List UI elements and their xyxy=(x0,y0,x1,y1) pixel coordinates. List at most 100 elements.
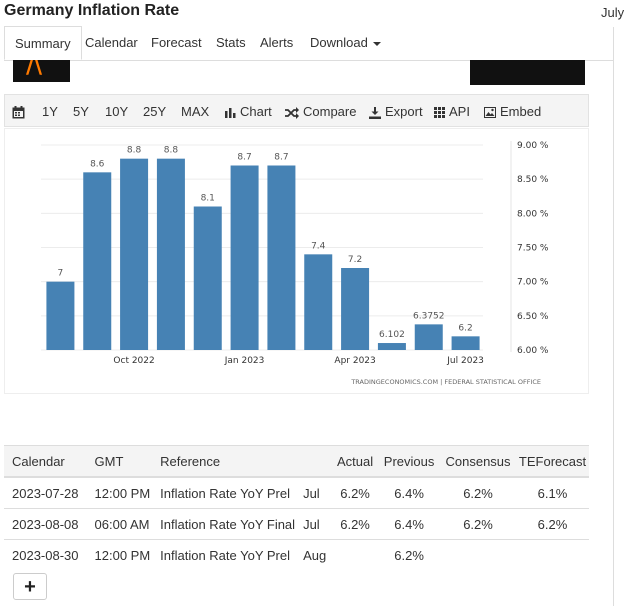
cell-consensus xyxy=(440,539,516,570)
header-date: July xyxy=(601,5,624,20)
chevron-down-icon xyxy=(372,41,381,46)
tab-summary[interactable]: Summary xyxy=(4,26,82,60)
right-divider xyxy=(613,27,614,606)
cell-reference[interactable]: Inflation Rate YoY Prel xyxy=(152,476,296,509)
cell-previous: 6.2% xyxy=(378,539,441,570)
cell-teforecast xyxy=(516,539,589,570)
ad-banner-right[interactable] xyxy=(470,60,585,85)
calendar-icon[interactable] xyxy=(12,95,29,128)
data-label: 7.4 xyxy=(311,241,326,251)
cell-period: Jul xyxy=(295,476,332,509)
data-label: 8.7 xyxy=(274,153,288,163)
col-calendar: Calendar xyxy=(4,445,87,478)
y-tick-label: 8.00 % xyxy=(517,209,549,219)
compare-button[interactable]: Compare xyxy=(285,95,356,128)
bar-chart-icon xyxy=(225,108,236,119)
range-1y-button[interactable]: 1Y xyxy=(42,95,58,128)
cell-date: 2023-07-28 xyxy=(4,476,87,509)
cell-time: 12:00 PM xyxy=(86,539,153,570)
table-header-row: Calendar GMT Reference Actual Previous C… xyxy=(4,445,589,478)
chart-toolbar: 1Y 5Y 10Y 25Y MAX Chart Compare Export A… xyxy=(4,94,589,127)
table-row: 2023-07-28 12:00 PM Inflation Rate YoY P… xyxy=(4,476,589,509)
bar xyxy=(46,281,75,350)
calendar-table: Calendar GMT Reference Actual Previous C… xyxy=(4,445,589,570)
cell-actual: 6.2% xyxy=(331,476,379,509)
range-max-button[interactable]: MAX xyxy=(181,95,209,128)
data-label: 8.6 xyxy=(90,159,105,169)
export-button[interactable]: Export xyxy=(369,95,423,128)
col-gmt: GMT xyxy=(86,445,153,478)
y-tick-label: 7.00 % xyxy=(517,278,549,288)
x-tick-label: Apr 2023 xyxy=(334,356,375,366)
data-label: 8.8 xyxy=(127,146,142,156)
ad-banner-left[interactable]: /\ xyxy=(13,60,70,82)
y-tick-label: 7.50 % xyxy=(517,244,549,254)
bar xyxy=(120,158,149,350)
col-previous: Previous xyxy=(378,445,441,478)
x-tick-label: Jul 2023 xyxy=(446,356,484,366)
col-teforecast: TEForecast xyxy=(516,445,589,478)
tab-forecast[interactable]: Forecast xyxy=(151,26,202,59)
page-title: Germany Inflation Rate xyxy=(4,2,180,19)
y-tick-label: 6.00 % xyxy=(517,346,549,356)
tab-bar: Summary Calendar Forecast Stats Alerts D… xyxy=(4,26,613,61)
bar xyxy=(414,324,443,350)
cell-date: 2023-08-08 xyxy=(4,508,87,540)
col-period xyxy=(295,445,332,478)
bar xyxy=(304,254,333,350)
source-note: TRADINGECONOMICS.COM | FEDERAL STATISTIC… xyxy=(350,378,541,386)
cell-previous: 6.4% xyxy=(378,476,441,509)
cell-date: 2023-08-30 xyxy=(4,539,87,570)
tab-download[interactable]: Download xyxy=(310,26,381,59)
data-label: 6.3752 xyxy=(413,311,445,321)
grid-icon xyxy=(434,107,445,119)
y-tick-label: 6.50 % xyxy=(517,312,549,322)
cell-period: Aug xyxy=(295,539,332,570)
bar xyxy=(377,343,406,350)
col-actual: Actual xyxy=(331,445,379,478)
bar xyxy=(83,172,112,350)
api-button[interactable]: API xyxy=(434,95,470,128)
range-5y-button[interactable]: 5Y xyxy=(73,95,89,128)
chart-type-button[interactable]: Chart xyxy=(225,95,272,128)
cell-teforecast: 6.1% xyxy=(516,476,589,509)
bar xyxy=(267,165,296,350)
tab-stats[interactable]: Stats xyxy=(216,26,246,59)
data-label: 6.102 xyxy=(379,330,405,340)
shuffle-icon xyxy=(285,106,299,119)
cell-consensus: 6.2% xyxy=(440,476,516,509)
ad-logo-glyph: /\ xyxy=(26,60,43,79)
data-label: 7 xyxy=(58,269,64,279)
bar xyxy=(341,268,370,350)
tab-calendar[interactable]: Calendar xyxy=(85,26,138,59)
x-tick-label: Oct 2022 xyxy=(113,356,154,366)
cell-actual xyxy=(331,539,379,570)
cell-time: 12:00 PM xyxy=(86,476,153,509)
inflation-bar-chart: 9.00 % 8.50 % 8.00 % 7.50 % 7.00 % 6.50 % 6.00… xyxy=(41,141,549,386)
cell-period: Jul xyxy=(295,508,332,540)
data-label: 8.8 xyxy=(164,146,179,156)
col-consensus: Consensus xyxy=(440,445,516,478)
cell-time: 06:00 AM xyxy=(86,508,153,540)
cell-teforecast: 6.2% xyxy=(516,508,589,540)
download-icon xyxy=(369,106,381,119)
table-row: 2023-08-30 12:00 PM Inflation Rate YoY P… xyxy=(4,539,589,570)
bar xyxy=(230,165,259,350)
image-icon xyxy=(484,107,496,119)
range-25y-button[interactable]: 25Y xyxy=(143,95,166,128)
data-label: 8.1 xyxy=(201,194,215,204)
tab-alerts[interactable]: Alerts xyxy=(260,26,293,59)
embed-button[interactable]: Embed xyxy=(484,95,541,128)
bar xyxy=(451,336,480,350)
cell-reference[interactable]: Inflation Rate YoY Final xyxy=(152,508,296,540)
chart-area: 9.00 % 8.50 % 8.00 % 7.50 % 7.00 % 6.50 % 6.00… xyxy=(4,128,589,394)
col-reference: Reference xyxy=(152,445,296,478)
table-row: 2023-08-08 06:00 AM Inflation Rate YoY F… xyxy=(4,508,589,540)
add-row-button[interactable]: + xyxy=(13,573,47,600)
x-tick-label: Jan 2023 xyxy=(224,356,265,366)
data-label: 8.7 xyxy=(237,153,251,163)
cell-reference[interactable]: Inflation Rate YoY Prel xyxy=(152,539,296,570)
range-10y-button[interactable]: 10Y xyxy=(105,95,128,128)
bar xyxy=(193,206,222,350)
y-tick-label: 9.00 % xyxy=(517,141,549,151)
